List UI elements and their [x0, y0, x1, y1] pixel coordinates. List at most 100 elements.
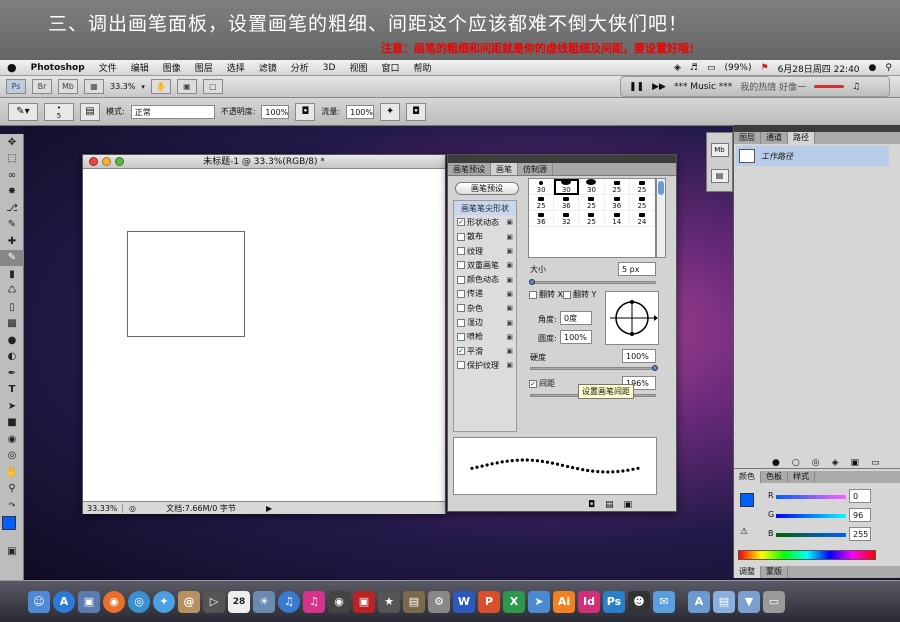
lock-icon[interactable]: ▣ [506, 247, 513, 255]
g-input[interactable]: 96 [849, 508, 871, 522]
safari-icon[interactable]: ✦ [153, 590, 175, 613]
stroke-path-icon[interactable]: ○ [792, 458, 800, 468]
lock-icon[interactable]: ▣ [506, 347, 513, 355]
color-spectrum-bar[interactable] [738, 550, 876, 560]
tab-channels[interactable]: 通道 [761, 132, 788, 144]
menu-3d[interactable]: 3D [316, 63, 343, 73]
path-select-tool-icon[interactable]: ➤ [0, 398, 24, 415]
list-item-airbrush[interactable]: 喷枪 ▣ [454, 330, 516, 344]
star-app-icon[interactable]: ★ [378, 590, 400, 613]
make-work-path-icon[interactable]: ◈ [832, 458, 839, 468]
checkbox-checked[interactable]: ✓ [457, 218, 465, 227]
new-path-icon[interactable]: ▣ [851, 458, 860, 468]
3d-orbit-tool-icon[interactable]: ◎ [0, 448, 24, 465]
menu-layer[interactable]: 图层 [188, 61, 220, 74]
tab-swatches[interactable]: 色板 [761, 471, 788, 483]
hand-tool-button[interactable]: ✋ [150, 79, 171, 94]
iphoto-slideshow-icon[interactable]: ▤ [403, 590, 425, 613]
menu-app-name[interactable]: Photoshop [24, 63, 92, 73]
foreground-color-swatch[interactable] [2, 515, 16, 530]
screen-mode-button[interactable]: ▢ [202, 79, 223, 94]
flip-y-checkbox[interactable] [563, 290, 571, 299]
list-item-shape-dynamics[interactable]: ✓ 形状动态 ▣ [454, 215, 516, 229]
system-preferences-icon[interactable]: ⚙ [428, 590, 450, 613]
spotlight-search-icon[interactable]: ⚲ [885, 63, 892, 73]
size-slider-knob[interactable] [529, 279, 535, 285]
tab-adjustments[interactable]: 调整 [734, 566, 761, 578]
list-item-smoothing[interactable]: ✓ 平滑 ▣ [454, 344, 516, 358]
tab-brush-presets[interactable]: 画笔预设 [448, 163, 491, 175]
checkbox[interactable] [457, 232, 465, 241]
status-info-icon[interactable]: ◎ [129, 504, 136, 513]
brush-tool-preset-icon[interactable]: ✎▾ [8, 102, 38, 121]
calendar-icon[interactable]: 28 [228, 590, 250, 613]
menu-view[interactable]: 视图 [342, 61, 374, 74]
brush-tip-cell[interactable]: 25 [529, 195, 555, 211]
lock-icon[interactable]: ▣ [506, 233, 513, 241]
g-slider[interactable] [776, 514, 846, 518]
brush-tip-cell[interactable]: 24 [629, 211, 655, 227]
brush-tip-cell[interactable]: 30 [529, 179, 555, 195]
stamp-tool-icon[interactable]: ▮ [0, 266, 24, 283]
lock-icon[interactable]: ▣ [506, 290, 513, 298]
menu-edit[interactable]: 编辑 [124, 61, 156, 74]
flip-y-control[interactable]: 翻转 Y [563, 289, 596, 300]
hardness-slider[interactable] [530, 367, 656, 370]
brush-tip-cell[interactable]: 25 [629, 179, 655, 195]
status-menu-arrow-icon[interactable]: ▶ [266, 504, 272, 513]
blur-tool-icon[interactable]: ● [0, 332, 24, 349]
lock-icon[interactable]: ▣ [506, 319, 513, 327]
flag-icon[interactable]: ⚑ [760, 63, 768, 73]
lock-icon[interactable]: ▣ [506, 276, 513, 284]
shape-tool-icon[interactable]: ■ [0, 415, 24, 432]
bridge-button[interactable]: Br [32, 79, 52, 94]
size-slider[interactable] [530, 281, 656, 284]
checkbox[interactable] [457, 318, 465, 327]
next-track-icon[interactable]: ▶▶ [652, 82, 666, 92]
tab-brush[interactable]: 画笔 [491, 163, 518, 175]
checkbox[interactable] [457, 261, 465, 270]
path-row-work-path[interactable]: 工作路径 [736, 146, 889, 166]
menu-filter[interactable]: 滤镜 [252, 61, 284, 74]
tab-layers[interactable]: 图层 [734, 132, 761, 144]
wifi-icon[interactable]: ◈ [674, 63, 681, 73]
pause-icon[interactable]: ❚❚ [629, 82, 644, 92]
documents-folder-icon[interactable]: ▤ [713, 590, 735, 613]
spacing-checkbox[interactable]: ✓ [529, 379, 537, 388]
brush-size-picker[interactable]: • 5 [44, 102, 74, 121]
r-slider[interactable] [776, 495, 846, 499]
marquee-tool-icon[interactable]: ⬚ [0, 151, 24, 168]
list-item-color-dynamics[interactable]: 颜色动态 ▣ [454, 272, 516, 286]
brush-tip-cell[interactable]: 25 [629, 195, 655, 211]
eyedropper-tool-icon[interactable]: ✎ [0, 217, 24, 234]
r-input[interactable]: 0 [849, 489, 871, 503]
list-item-noise[interactable]: 杂色 ▣ [454, 301, 516, 315]
brush-tip-cell[interactable]: 36 [529, 211, 555, 227]
close-window-button[interactable] [89, 157, 98, 166]
preview-app-icon[interactable]: ▣ [78, 590, 100, 613]
list-item-wet-edges[interactable]: 湿边 ▣ [454, 315, 516, 329]
tab-color[interactable]: 颜色 [734, 471, 761, 483]
list-item-scattering[interactable]: 散布 ▣ [454, 230, 516, 244]
3d-rotate-tool-icon[interactable]: ◉ [0, 431, 24, 448]
illustrator-icon[interactable]: Ai [553, 590, 575, 613]
tab-paths[interactable]: 路径 [788, 132, 815, 144]
downloads-folder-icon[interactable]: ▼ [738, 590, 760, 613]
fill-path-icon[interactable]: ● [772, 458, 780, 468]
tab-styles[interactable]: 样式 [788, 471, 815, 483]
list-item-brush-tip-shape[interactable]: 画笔笔尖形状 [454, 201, 516, 216]
checkbox[interactable] [457, 275, 465, 284]
angle-roundness-preview[interactable] [605, 291, 659, 345]
gradient-tool-icon[interactable]: ▩ [0, 316, 24, 333]
photo-booth-icon[interactable]: ▣ [353, 590, 375, 613]
chat-app-icon[interactable]: ✉ [653, 590, 675, 613]
brush-tip-cell[interactable]: 30 [579, 179, 605, 195]
mail-app-icon[interactable]: ➤ [528, 590, 550, 613]
roundness-input[interactable]: 100% [560, 330, 592, 344]
brush-tip-cell[interactable]: 14 [604, 211, 630, 227]
move-tool-icon[interactable]: ✥ [0, 134, 24, 151]
warning-icon[interactable]: ⚠ [740, 527, 748, 537]
load-selection-icon[interactable]: ◎ [812, 458, 820, 468]
arrange-documents-button[interactable]: ▣ [176, 79, 197, 94]
address-book-icon[interactable]: @ [178, 590, 200, 613]
